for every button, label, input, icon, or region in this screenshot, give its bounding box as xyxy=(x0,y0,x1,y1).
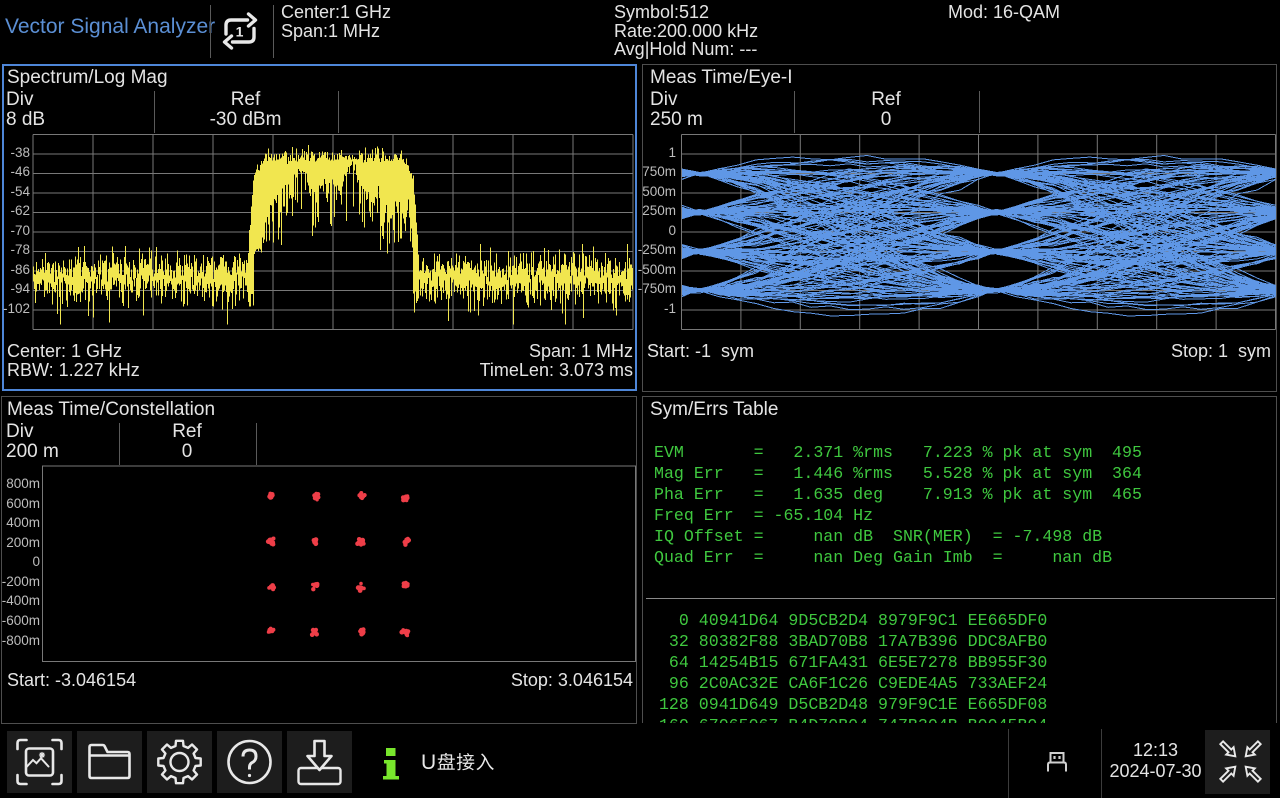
svg-text:U: U xyxy=(421,751,436,774)
